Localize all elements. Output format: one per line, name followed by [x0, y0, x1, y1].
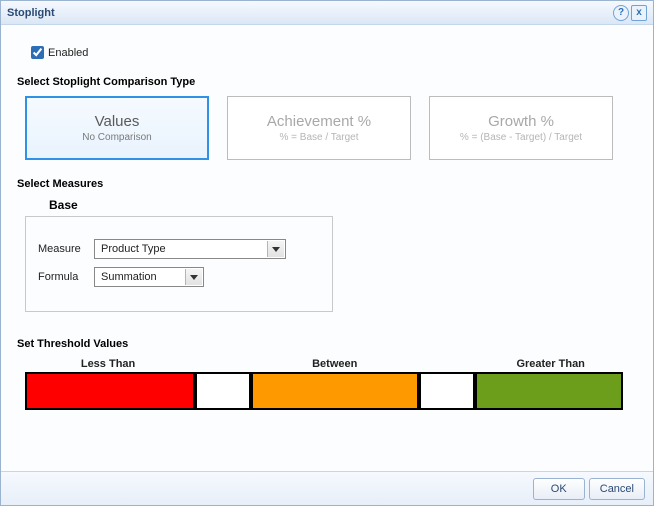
card-achievement-title: Achievement %	[267, 113, 371, 130]
dialog-title: Stoplight	[7, 7, 611, 19]
measures-label: Select Measures	[17, 178, 637, 190]
dialog-footer: OK Cancel	[1, 471, 653, 505]
dialog-body: Enabled Select Stoplight Comparison Type…	[1, 25, 653, 471]
enabled-row: Enabled	[27, 43, 637, 62]
between-swatch[interactable]	[251, 372, 419, 410]
base-label: Base	[49, 198, 637, 212]
card-growth[interactable]: Growth % % = (Base - Target) / Target	[429, 96, 613, 160]
high-threshold-input[interactable]	[419, 372, 475, 410]
formula-field-label: Formula	[38, 271, 94, 283]
formula-select[interactable]: Summation	[94, 267, 204, 287]
between-label: Between	[252, 358, 418, 370]
measures-block: Base Measure Product Type Formula Summat…	[25, 198, 637, 312]
comparison-cards: Values No Comparison Achievement % % = B…	[25, 96, 637, 160]
measure-row: Measure Product Type	[38, 239, 320, 259]
less-than-swatch[interactable]	[25, 372, 195, 410]
card-achievement[interactable]: Achievement % % = Base / Target	[227, 96, 411, 160]
threshold-header: Less Than Between Greater Than	[25, 358, 623, 370]
measures-box: Measure Product Type Formula Summation	[25, 216, 333, 312]
measure-select-value: Product Type	[101, 243, 166, 255]
comparison-type-label: Select Stoplight Comparison Type	[17, 76, 637, 88]
chevron-down-icon	[272, 247, 280, 252]
card-growth-sub: % = (Base - Target) / Target	[460, 132, 582, 143]
formula-row: Formula Summation	[38, 267, 320, 287]
ok-button[interactable]: OK	[533, 478, 585, 500]
close-icon[interactable]: x	[631, 5, 647, 21]
stoplight-dialog: Stoplight ? x Enabled Select Stoplight C…	[0, 0, 654, 506]
threshold-row	[25, 372, 623, 410]
card-values-sub: No Comparison	[82, 132, 151, 143]
threshold-label: Set Threshold Values	[17, 338, 637, 350]
enabled-checkbox[interactable]	[31, 46, 44, 59]
card-values-title: Values	[95, 113, 140, 130]
enabled-label: Enabled	[48, 47, 88, 59]
cancel-button[interactable]: Cancel	[589, 478, 645, 500]
formula-select-value: Summation	[101, 271, 157, 283]
card-growth-title: Growth %	[488, 113, 554, 130]
measure-field-label: Measure	[38, 243, 94, 255]
card-achievement-sub: % = Base / Target	[279, 132, 358, 143]
chevron-down-icon	[190, 275, 198, 280]
measure-select[interactable]: Product Type	[94, 239, 286, 259]
greater-than-swatch[interactable]	[475, 372, 623, 410]
titlebar: Stoplight ? x	[1, 1, 653, 25]
low-threshold-input[interactable]	[195, 372, 251, 410]
help-icon[interactable]: ?	[613, 5, 629, 21]
greater-than-label: Greater Than	[478, 358, 623, 370]
less-than-label: Less Than	[25, 358, 191, 370]
card-values[interactable]: Values No Comparison	[25, 96, 209, 160]
